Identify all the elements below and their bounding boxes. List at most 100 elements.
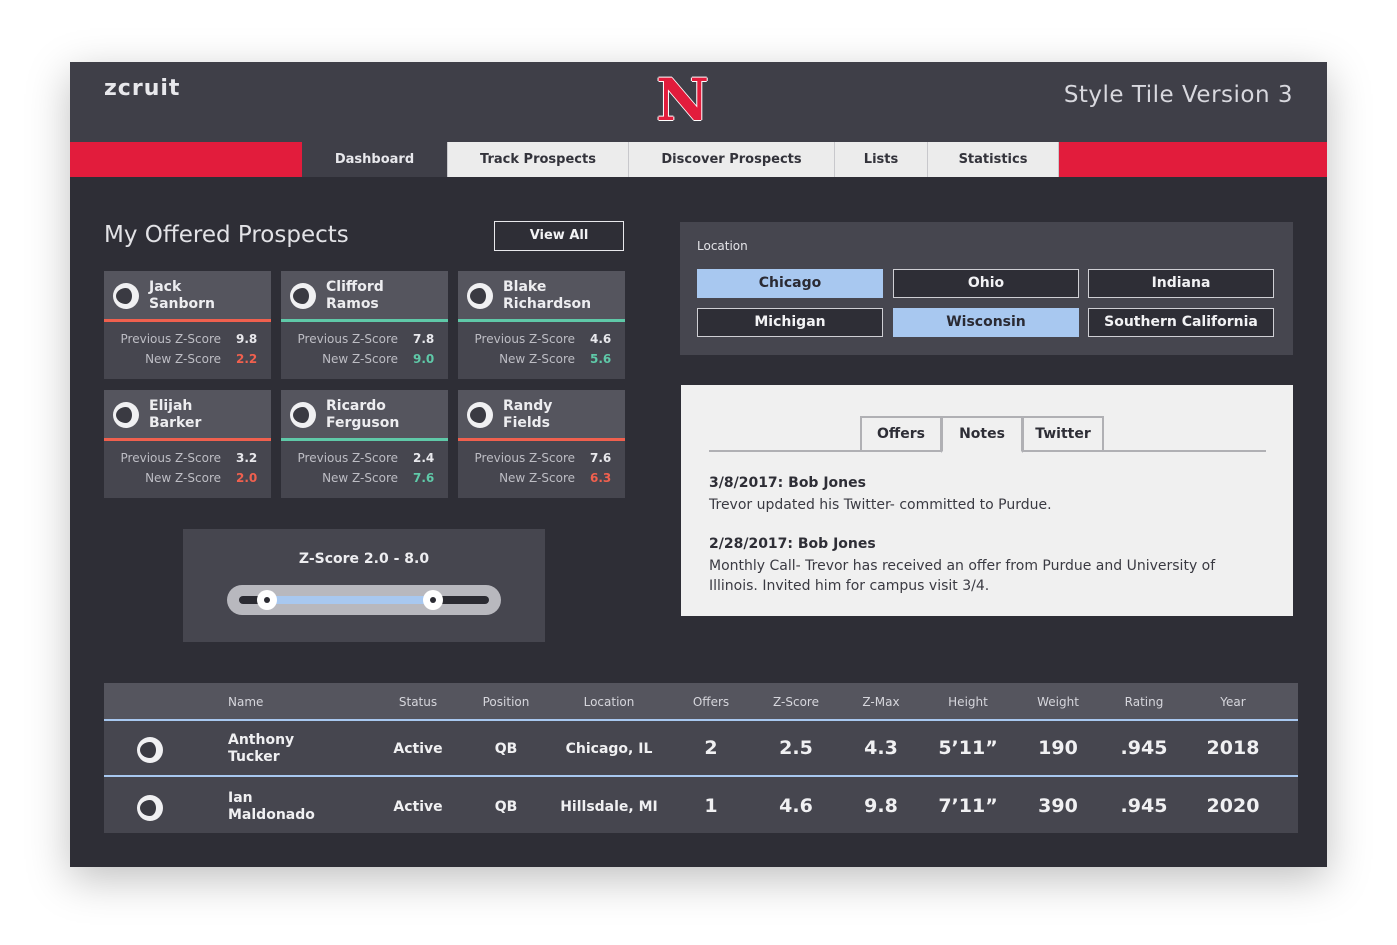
- previous-zscore-value: 4.6: [590, 332, 612, 346]
- helmet-icon: [290, 402, 316, 428]
- row-zscore: 4.6: [779, 795, 813, 817]
- row-offers: 2: [704, 737, 718, 759]
- tab-discover-prospects[interactable]: Discover Prospects: [629, 142, 835, 177]
- new-zscore-label: New Z-Score: [322, 352, 398, 366]
- row-status: Active: [393, 799, 443, 815]
- row-weight: 190: [1038, 737, 1078, 759]
- location-michigan-button[interactable]: Michigan: [697, 308, 883, 337]
- view-all-button[interactable]: View All: [494, 221, 624, 251]
- row-status: Active: [393, 741, 443, 757]
- table-row[interactable]: Anthony Tucker Active QB Chicago, IL 2 2…: [104, 721, 1298, 777]
- column-header-location[interactable]: Location: [559, 695, 659, 709]
- new-zscore-row: New Z-Score 2.0: [104, 471, 271, 487]
- prospect-last-name: Fields: [503, 415, 551, 431]
- prospect-name: Jack Sanborn: [149, 279, 267, 313]
- previous-zscore-row: Previous Z-Score 3.2: [104, 451, 271, 467]
- location-ohio-button[interactable]: Ohio: [893, 269, 1079, 298]
- prospect-card-header: Jack Sanborn: [104, 271, 271, 322]
- column-header-position[interactable]: Position: [470, 695, 542, 709]
- tab-offers[interactable]: Offers: [860, 416, 942, 452]
- column-header-zscore[interactable]: Z-Score: [761, 695, 831, 709]
- helmet-icon: [137, 737, 163, 763]
- tab-statistics[interactable]: Statistics: [928, 142, 1059, 177]
- prospect-card[interactable]: Clifford Ramos Previous Z-Score 7.8 New Z-Sc…: [281, 271, 448, 379]
- tab-twitter[interactable]: Twitter: [1022, 416, 1104, 452]
- column-header-year[interactable]: Year: [1198, 695, 1268, 709]
- row-height: 5’11”: [938, 737, 998, 759]
- row-first-name: Anthony: [228, 732, 295, 748]
- nav-bar: Dashboard Track Prospects Discover Prosp…: [70, 142, 1327, 177]
- prospect-card[interactable]: Elijah Barker Previous Z-Score 3.2 New Z-Sco…: [104, 390, 271, 498]
- row-position: QB: [494, 799, 518, 815]
- row-height: 7’11”: [938, 795, 998, 817]
- location-wisconsin-button[interactable]: Wisconsin: [893, 308, 1079, 337]
- row-rating: .945: [1120, 737, 1168, 759]
- table-header: Name Status Position Location Offers Z-S…: [104, 683, 1298, 721]
- top-bar: zcruit N Style Tile Version 3 Dashboard …: [70, 62, 1327, 177]
- row-zmax: 9.8: [864, 795, 898, 817]
- helmet-icon: [467, 283, 493, 309]
- previous-zscore-label: Previous Z-Score: [474, 332, 575, 346]
- helmet-icon: [290, 283, 316, 309]
- trend-indicator-bar: [458, 438, 625, 441]
- row-zscore: 2.5: [779, 737, 813, 759]
- column-header-weight[interactable]: Weight: [1023, 695, 1093, 709]
- slider-max-handle[interactable]: [423, 590, 444, 610]
- new-zscore-row: New Z-Score 5.6: [458, 352, 625, 368]
- previous-zscore-row: Previous Z-Score 9.8: [104, 332, 271, 348]
- previous-zscore-value: 9.8: [236, 332, 258, 346]
- zscore-slider[interactable]: [227, 585, 501, 615]
- notes-panel: Offers Notes Twitter 3/8/2017: Bob Jones…: [681, 385, 1293, 616]
- new-zscore-label: New Z-Score: [145, 471, 221, 485]
- slider-min-handle[interactable]: [256, 590, 277, 610]
- previous-zscore-label: Previous Z-Score: [120, 451, 221, 465]
- new-zscore-value: 6.3: [590, 471, 612, 485]
- prospect-last-name: Ferguson: [326, 415, 400, 431]
- new-zscore-label: New Z-Score: [499, 352, 575, 366]
- new-zscore-label: New Z-Score: [145, 352, 221, 366]
- previous-zscore-value: 7.6: [590, 451, 612, 465]
- location-label: Location: [697, 239, 748, 253]
- prospect-card[interactable]: Jack Sanborn Previous Z-Score 9.8 New Z-Scor…: [104, 271, 271, 379]
- note-title: 2/28/2017: Bob Jones: [709, 536, 876, 552]
- previous-zscore-label: Previous Z-Score: [474, 451, 575, 465]
- tab-lists[interactable]: Lists: [835, 142, 928, 177]
- row-last-name: Tucker: [228, 749, 280, 765]
- tab-notes[interactable]: Notes: [941, 416, 1023, 453]
- tab-track-prospects[interactable]: Track Prospects: [448, 142, 629, 177]
- app-window: zcruit N Style Tile Version 3 Dashboard …: [70, 62, 1327, 867]
- location-chicago-button[interactable]: Chicago: [697, 269, 883, 298]
- location-southern-california-button[interactable]: Southern California: [1088, 308, 1274, 337]
- row-weight: 390: [1038, 795, 1078, 817]
- previous-zscore-value: 7.8: [413, 332, 435, 346]
- prospect-first-name: Clifford: [326, 279, 384, 295]
- previous-zscore-row: Previous Z-Score 4.6: [458, 332, 625, 348]
- column-header-height[interactable]: Height: [933, 695, 1003, 709]
- prospect-last-name: Sanborn: [149, 296, 216, 312]
- location-indiana-button[interactable]: Indiana: [1088, 269, 1274, 298]
- note-title: 3/8/2017: Bob Jones: [709, 475, 866, 491]
- column-header-offers[interactable]: Offers: [681, 695, 741, 709]
- column-header-zmax[interactable]: Z-Max: [846, 695, 916, 709]
- column-header-name[interactable]: Name: [228, 695, 263, 709]
- prospect-card-header: Clifford Ramos: [281, 271, 448, 322]
- new-zscore-value: 2.0: [236, 471, 258, 485]
- tab-dashboard[interactable]: Dashboard: [302, 142, 448, 177]
- table-row[interactable]: Ian Maldonado Active QB Hillsdale, MI 1 …: [104, 779, 1298, 835]
- trend-indicator-bar: [281, 319, 448, 322]
- helmet-icon: [467, 402, 493, 428]
- prospect-card[interactable]: Randy Fields Previous Z-Score 7.6 New Z-Scor…: [458, 390, 625, 498]
- page-title: Style Tile Version 3: [1063, 82, 1293, 108]
- row-year: 2020: [1206, 795, 1260, 817]
- zcruit-logo[interactable]: zcruit: [104, 76, 180, 101]
- column-header-status[interactable]: Status: [388, 695, 448, 709]
- previous-zscore-row: Previous Z-Score 7.8: [281, 332, 448, 348]
- trend-indicator-bar: [281, 438, 448, 441]
- previous-zscore-row: Previous Z-Score 2.4: [281, 451, 448, 467]
- previous-zscore-label: Previous Z-Score: [297, 451, 398, 465]
- prospect-last-name: Barker: [149, 415, 202, 431]
- prospect-card[interactable]: Ricardo Ferguson Previous Z-Score 2.4 New Z-…: [281, 390, 448, 498]
- column-header-rating[interactable]: Rating: [1109, 695, 1179, 709]
- prospect-card[interactable]: Blake Richardson Previous Z-Score 4.6 New Z-…: [458, 271, 625, 379]
- previous-zscore-label: Previous Z-Score: [297, 332, 398, 346]
